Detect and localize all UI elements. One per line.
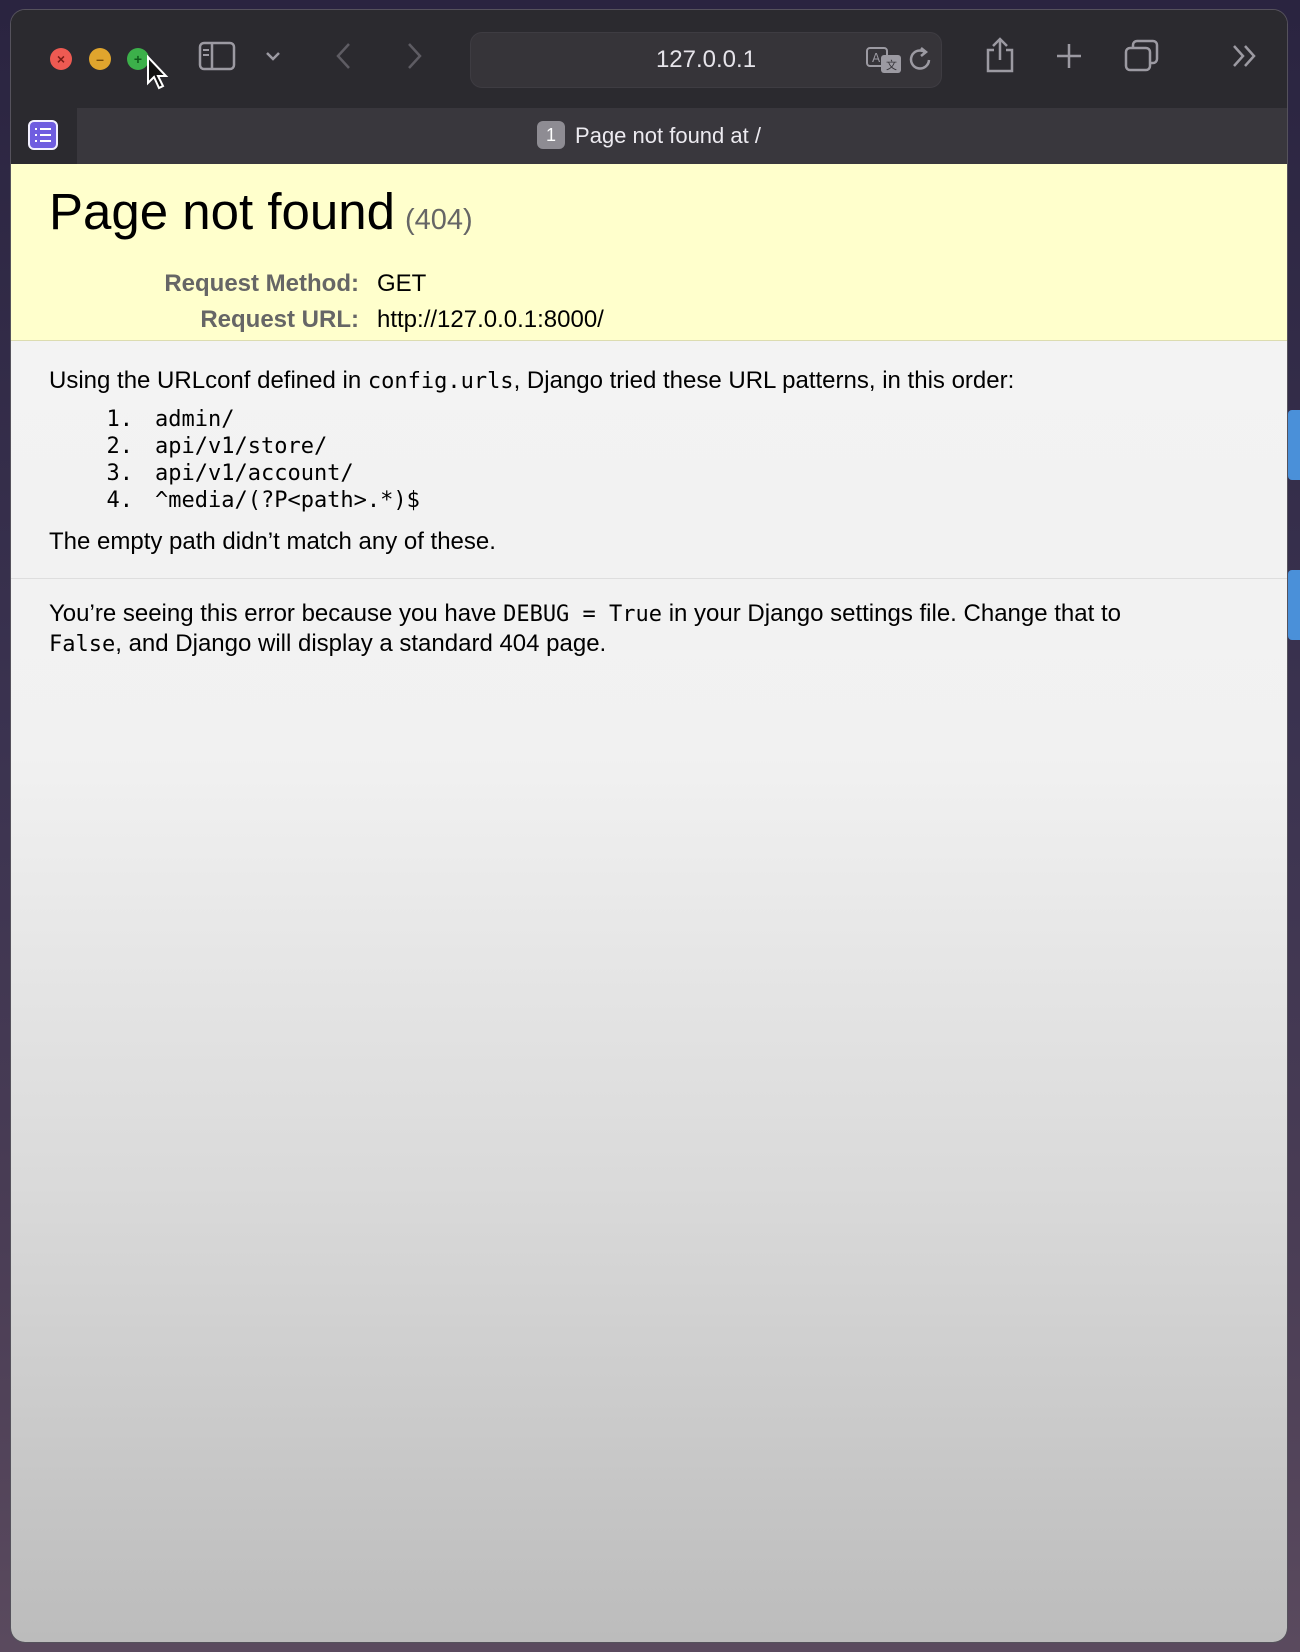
request-url-label: Request URL: xyxy=(200,306,359,333)
share-icon[interactable] xyxy=(983,36,1017,74)
url-pattern: admin/ xyxy=(155,407,235,432)
address-bar[interactable]: 127.0.0.1 A文 xyxy=(470,32,942,88)
more-icon[interactable] xyxy=(1230,42,1260,70)
urlconf-intro: Using the URLconf defined in config.urls… xyxy=(49,363,1249,400)
pattern-number: 2. xyxy=(106,434,134,459)
urlconf-info: Using the URLconf defined in config.urls… xyxy=(11,341,1287,579)
svg-text:文: 文 xyxy=(886,58,897,72)
request-method-row: Request Method: GET xyxy=(49,266,1287,302)
desktop-background-right xyxy=(1286,180,1300,780)
status-code: (404) xyxy=(404,204,473,236)
list-item: 4. ^media/(?P<path>.*)$ xyxy=(49,487,1249,514)
pattern-number: 4. xyxy=(106,488,134,513)
pattern-number: 1. xyxy=(106,407,134,432)
debug-explanation: You’re seeing this error because you hav… xyxy=(11,579,1287,679)
list-item: 1. admin/ xyxy=(49,406,1249,433)
mouse-cursor-icon xyxy=(147,55,169,90)
page-content: Page not found (404) Request Method: GET R… xyxy=(11,164,1287,1642)
tab-bar: 1 Page not found at / xyxy=(11,108,1287,164)
page-title: Page not found (404) xyxy=(49,184,1287,248)
pattern-number: 3. xyxy=(106,461,134,486)
page-title-text: Page not found xyxy=(49,183,395,240)
sidebar-toggle-icon[interactable] xyxy=(198,41,236,71)
translate-icon[interactable]: A文 xyxy=(865,45,903,75)
browser-toolbar: × – + 127.0.0.1 A文 xyxy=(11,10,1287,108)
debug-explanation-text: You’re seeing this error because you hav… xyxy=(49,599,1249,659)
url-pattern: api/v1/account/ xyxy=(155,461,354,486)
tab-overview-icon[interactable] xyxy=(1123,38,1161,74)
request-url-row: Request URL: http://127.0.0.1:8000/ xyxy=(49,302,1287,338)
reload-icon[interactable] xyxy=(907,45,935,75)
explanation-part: , and Django will display a standard 404… xyxy=(115,630,607,657)
urlconf-intro-text: Using the URLconf defined in xyxy=(49,367,368,394)
desktop-background-left xyxy=(0,700,10,1120)
debug-setting-code: DEBUG = True xyxy=(503,602,663,627)
tab-count-badge: 1 xyxy=(537,121,566,149)
urlconf-intro-text-end: , Django tried these URL patterns, in th… xyxy=(513,367,1015,394)
url-pattern-list: 1. admin/ 2. api/v1/store/ 3. api/v1/accoun… xyxy=(49,406,1249,514)
chevron-down-icon[interactable] xyxy=(263,46,283,66)
new-tab-icon[interactable] xyxy=(1054,41,1084,71)
error-summary: Page not found (404) Request Method: GET R… xyxy=(11,164,1287,341)
forward-icon[interactable] xyxy=(403,41,425,71)
explanation-part: You’re seeing this error because you hav… xyxy=(49,600,504,627)
minimize-icon[interactable]: – xyxy=(89,48,111,70)
request-method-value: GET xyxy=(377,270,427,297)
url-pattern: api/v1/store/ xyxy=(155,434,328,459)
back-icon[interactable] xyxy=(333,41,355,71)
explanation-part: in your Django settings file. Change tha… xyxy=(662,600,1121,627)
browser-window: × – + 127.0.0.1 A文 1 Page not found at /… xyxy=(11,10,1287,1642)
list-item: 3. api/v1/account/ xyxy=(49,460,1249,487)
tab-title: Page not found at / xyxy=(575,123,761,148)
no-match-message: The empty path didn’t match any of these… xyxy=(49,528,496,555)
request-meta: Request Method: GET Request URL: http://12… xyxy=(49,266,1287,338)
false-code: False xyxy=(49,632,116,657)
url-pattern: ^media/(?P<path>.*)$ xyxy=(155,488,420,513)
request-url-value: http://127.0.0.1:8000/ xyxy=(377,306,604,333)
close-icon[interactable]: × xyxy=(50,48,72,70)
svg-text:A: A xyxy=(872,51,881,65)
request-method-label: Request Method: xyxy=(164,270,359,297)
tab-active[interactable]: 1 Page not found at / xyxy=(11,108,1287,164)
list-item: 2. api/v1/store/ xyxy=(49,433,1249,460)
urlconf-module: config.urls xyxy=(367,369,514,394)
